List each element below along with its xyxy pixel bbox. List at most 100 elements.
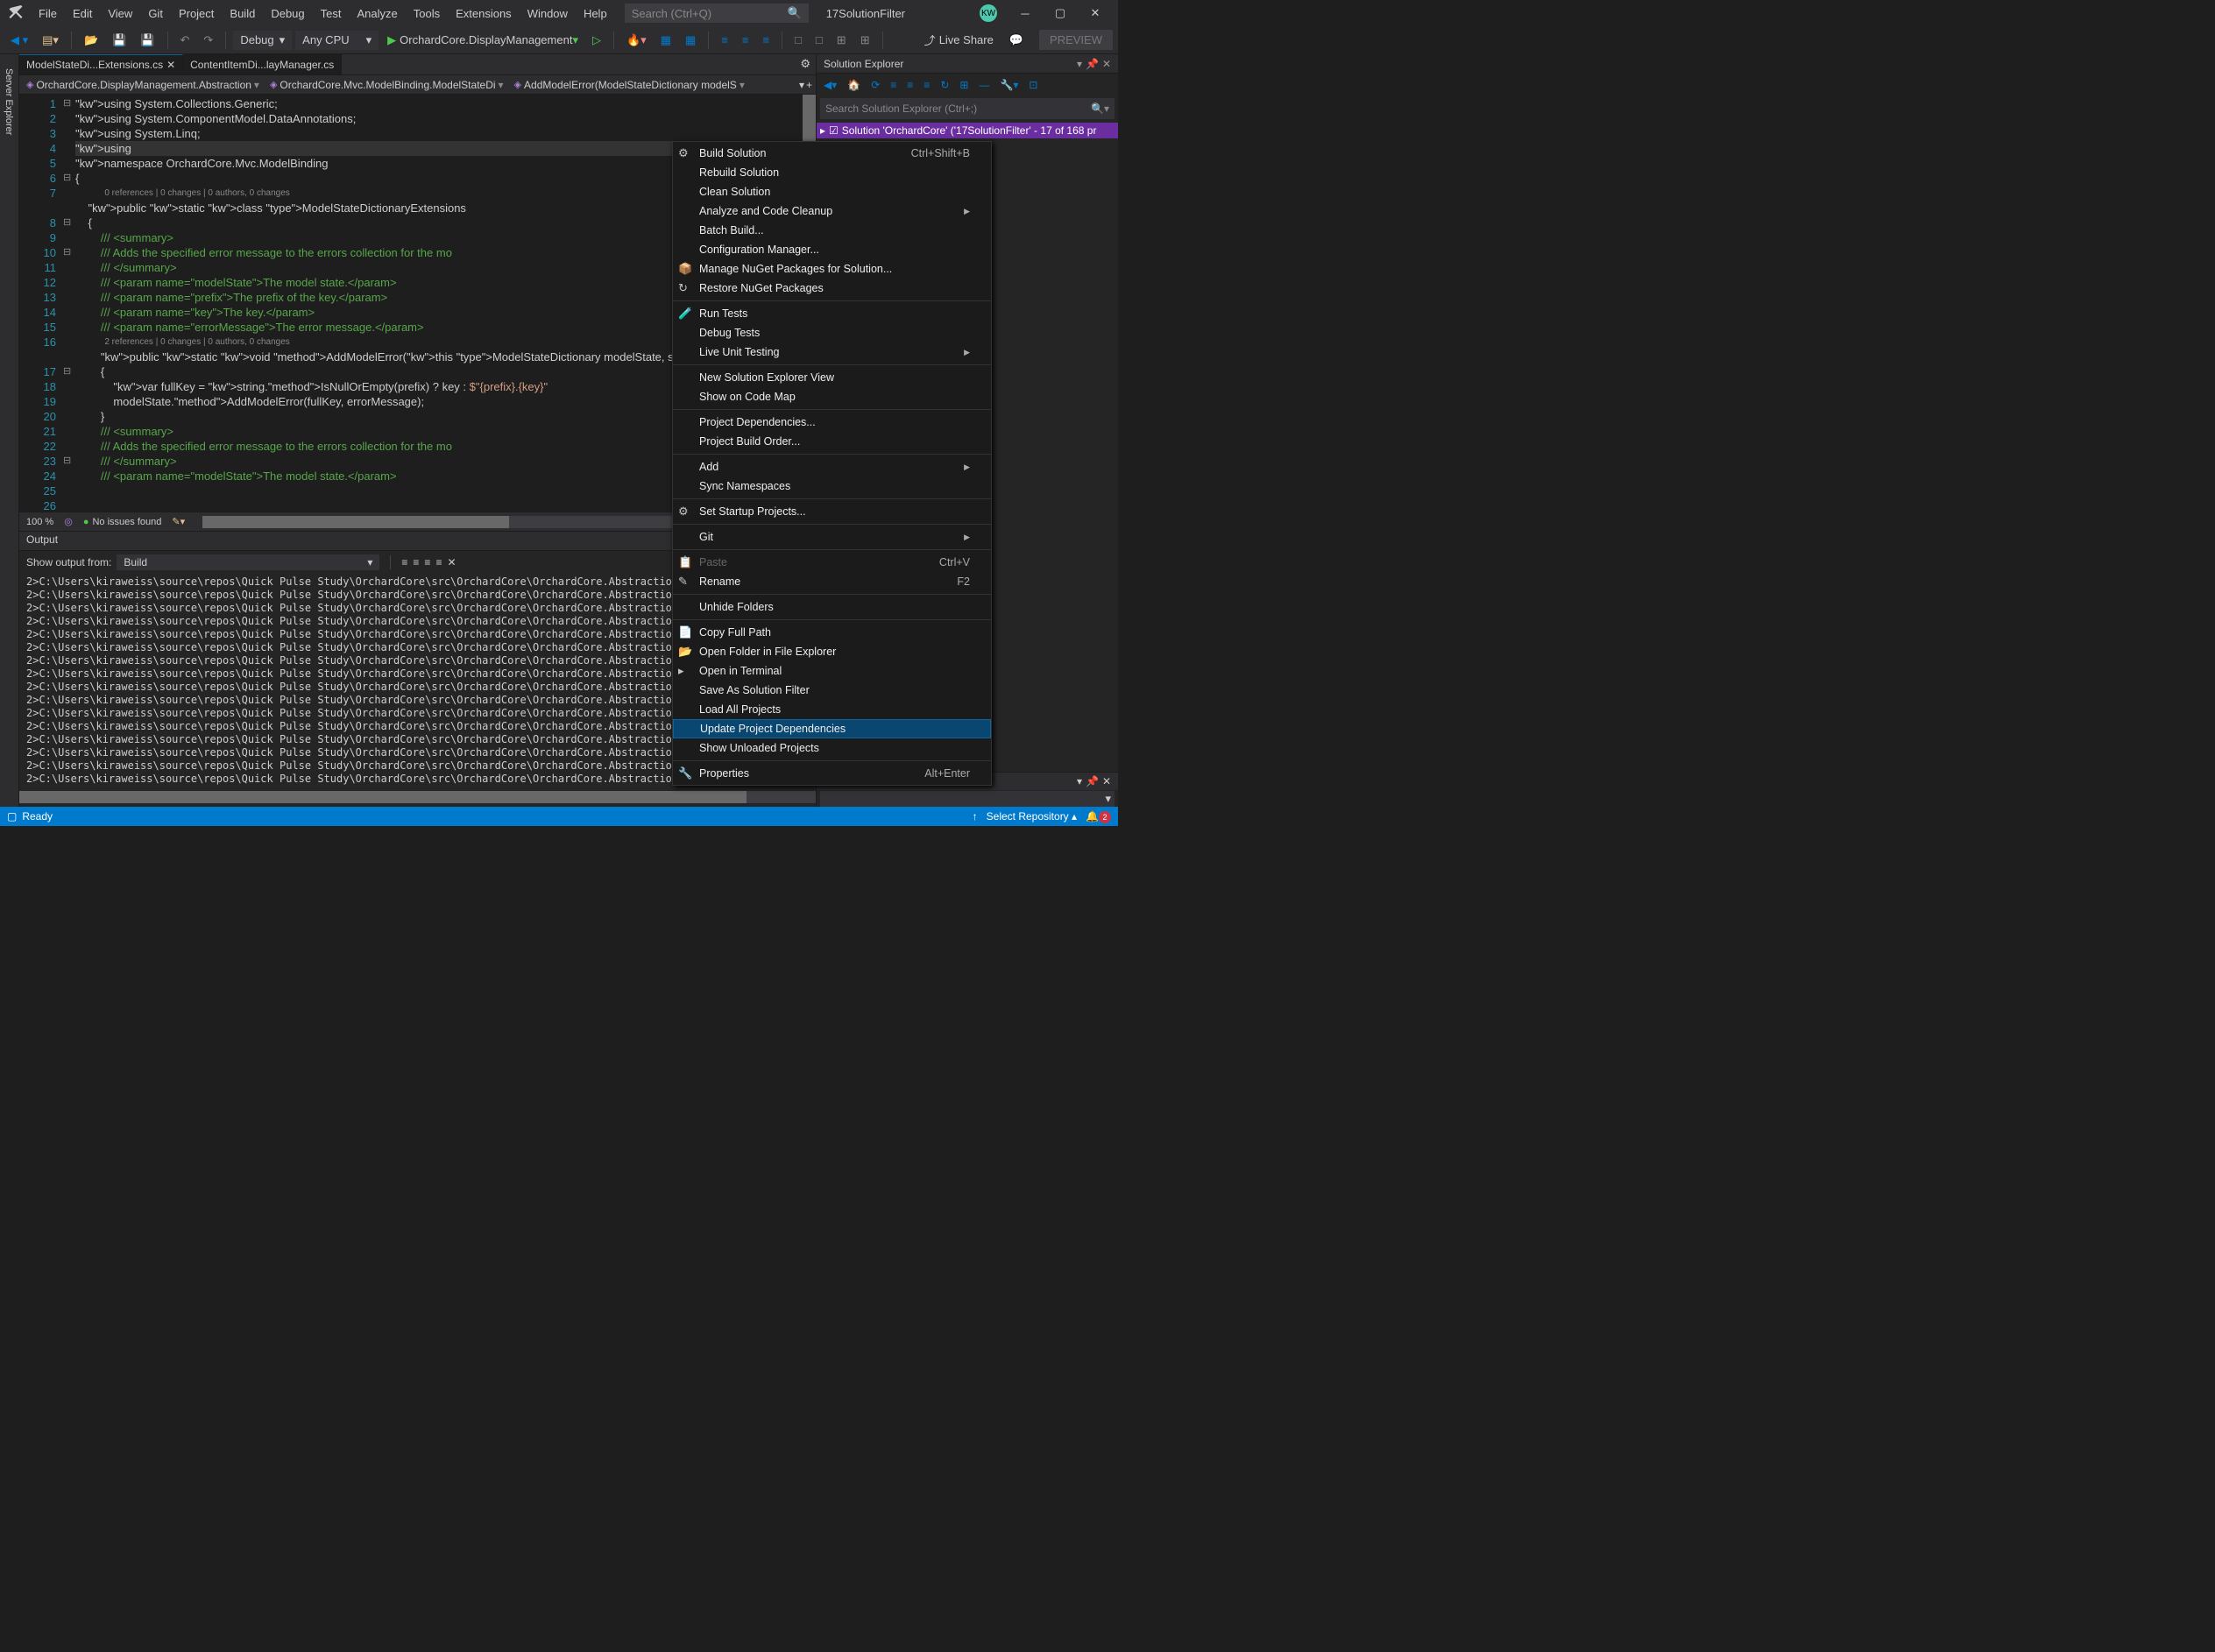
solution-root-item[interactable]: ▸☑Solution 'OrchardCore' ('17SolutionFil… <box>817 123 1118 138</box>
solexp-tb2[interactable]: ≡ <box>903 77 916 93</box>
indent-icon[interactable]: ✎▾ <box>172 516 185 527</box>
menu-debug[interactable]: Debug <box>264 4 311 24</box>
solexp-dropdown-icon[interactable]: ▾ <box>1077 58 1082 70</box>
close-icon[interactable]: ✕ <box>166 59 175 71</box>
user-avatar[interactable]: KW <box>980 4 997 22</box>
ctx-git[interactable]: Git▶ <box>673 527 991 547</box>
ctx-restore-nuget-packages[interactable]: ↻Restore NuGet Packages <box>673 279 991 298</box>
editor-tab-1[interactable]: ContentItemDi...layManager.cs <box>183 54 342 74</box>
config-combo[interactable]: Debug▾ <box>233 31 292 50</box>
ctx-show-unloaded-projects[interactable]: Show Unloaded Projects <box>673 738 991 758</box>
ctx-clean-solution[interactable]: Clean Solution <box>673 182 991 201</box>
solexp-sync-icon[interactable]: ⟳ <box>867 77 883 93</box>
ctx-live-unit-testing[interactable]: Live Unit Testing▶ <box>673 342 991 362</box>
open-file-button[interactable]: 📂 <box>79 31 103 50</box>
back-button[interactable]: ◀ ▾ <box>5 31 33 50</box>
repo-selector[interactable]: Select Repository ▴ <box>987 810 1077 822</box>
ctx-configuration-manager-[interactable]: Configuration Manager... <box>673 240 991 259</box>
maximize-button[interactable]: ▢ <box>1043 0 1078 26</box>
tb-icon8[interactable]: ⊞ <box>832 31 852 50</box>
tb-icon2[interactable]: ▦ <box>680 31 701 50</box>
source-control-icon[interactable]: ↑ <box>973 810 978 822</box>
solexp-refresh-icon[interactable]: ↻ <box>937 77 952 93</box>
close-icon[interactable]: ✕ <box>1102 58 1111 70</box>
ai-icon[interactable]: ◎ <box>64 516 73 527</box>
menu-extensions[interactable]: Extensions <box>449 4 519 24</box>
tb-icon5[interactable]: ≡ <box>757 31 775 49</box>
platform-combo[interactable]: Any CPU▾ <box>295 31 379 50</box>
menu-project[interactable]: Project <box>172 4 221 24</box>
ctx-load-all-projects[interactable]: Load All Projects <box>673 700 991 719</box>
ctx-rebuild-solution[interactable]: Rebuild Solution <box>673 163 991 182</box>
nav-namespace[interactable]: ◈OrchardCore.Mvc.ModelBinding.ModelState… <box>266 78 507 92</box>
ctx-save-as-solution-filter[interactable]: Save As Solution Filter <box>673 681 991 700</box>
live-share-button[interactable]: ⤴ Live Share <box>917 29 1001 51</box>
ctx-analyze-and-code-cleanup[interactable]: Analyze and Code Cleanup▶ <box>673 201 991 221</box>
save-button[interactable]: 💾 <box>107 31 131 50</box>
tb-icon7[interactable]: □ <box>810 31 828 49</box>
ctx-run-tests[interactable]: 🧪Run Tests <box>673 304 991 323</box>
hot-reload-button[interactable]: 🔥▾ <box>621 31 652 50</box>
editor-tab-0[interactable]: ModelStateDi...Extensions.cs✕ <box>19 54 183 74</box>
ctx-manage-nuget-packages-for-solution-[interactable]: 📦Manage NuGet Packages for Solution... <box>673 259 991 279</box>
ctx-show-on-code-map[interactable]: Show on Code Map <box>673 387 991 406</box>
ctx-add[interactable]: Add▶ <box>673 457 991 477</box>
solexp-tb3[interactable]: ≡ <box>920 77 933 93</box>
ctx-set-startup-projects-[interactable]: ⚙Set Startup Projects... <box>673 502 991 521</box>
search-input[interactable]: Search (Ctrl+Q) 🔍 <box>625 4 809 23</box>
solexp-tb6[interactable]: ⊡ <box>1025 77 1041 93</box>
tb-icon3[interactable]: ≡ <box>716 31 733 49</box>
menu-analyze[interactable]: Analyze <box>350 4 404 24</box>
ctx-unhide-folders[interactable]: Unhide Folders <box>673 597 991 617</box>
tb-icon9[interactable]: ⊞ <box>855 31 875 50</box>
solexp-wrench-icon[interactable]: 🔧▾ <box>996 77 1022 93</box>
out-tb-3[interactable]: ≡ <box>424 556 430 568</box>
out-tb-1[interactable]: ≡ <box>401 556 407 568</box>
properties-combo[interactable]: ▾ <box>820 791 1115 807</box>
ctx-project-dependencies-[interactable]: Project Dependencies... <box>673 413 991 432</box>
output-hscroll[interactable] <box>19 791 816 803</box>
ctx-properties[interactable]: 🔧PropertiesAlt+Enter <box>673 764 991 783</box>
solexp-search[interactable]: Search Solution Explorer (Ctrl+;) 🔍▾ <box>820 98 1115 119</box>
menu-test[interactable]: Test <box>314 4 349 24</box>
ctx-open-in-terminal[interactable]: ▸Open in Terminal <box>673 661 991 681</box>
tb-icon6[interactable]: □ <box>789 31 807 49</box>
menu-view[interactable]: View <box>101 4 139 24</box>
minimize-button[interactable]: ─ <box>1008 0 1043 26</box>
split-icon[interactable]: ▾ <box>799 79 804 91</box>
ctx-new-solution-explorer-view[interactable]: New Solution Explorer View <box>673 368 991 387</box>
new-item-button[interactable]: ▤▾ <box>37 31 64 50</box>
ctx-sync-namespaces[interactable]: Sync Namespaces <box>673 477 991 496</box>
ctx-rename[interactable]: ✎RenameF2 <box>673 572 991 591</box>
ctx-debug-tests[interactable]: Debug Tests <box>673 323 991 342</box>
nav-project[interactable]: ◈OrchardCore.DisplayManagement.Abstracti… <box>23 78 263 92</box>
tb-icon4[interactable]: ≡ <box>737 31 754 49</box>
editor-settings-icon[interactable]: ⚙ <box>795 54 816 74</box>
menu-git[interactable]: Git <box>141 4 170 24</box>
menu-build[interactable]: Build <box>223 4 262 24</box>
solexp-home-icon[interactable]: 🏠 <box>844 77 864 93</box>
server-explorer-tab[interactable]: Server Explorer <box>0 61 18 807</box>
solexp-tb1[interactable]: ≡ <box>887 77 900 93</box>
ctx-update-project-dependencies[interactable]: Update Project Dependencies <box>673 719 991 738</box>
menu-edit[interactable]: Edit <box>66 4 99 24</box>
solexp-tb5[interactable]: — <box>975 77 993 93</box>
tb-icon1[interactable]: ▦ <box>655 31 676 50</box>
add-icon[interactable]: + <box>806 79 812 91</box>
out-tb-4[interactable]: ≡ <box>435 556 442 568</box>
ctx-project-build-order-[interactable]: Project Build Order... <box>673 432 991 451</box>
menu-window[interactable]: Window <box>520 4 575 24</box>
start-no-debug-button[interactable]: ▷ <box>587 31 606 50</box>
ctx-batch-build-[interactable]: Batch Build... <box>673 221 991 240</box>
menu-help[interactable]: Help <box>577 4 614 24</box>
zoom-level[interactable]: 100 % <box>26 517 53 527</box>
preview-badge[interactable]: PREVIEW <box>1039 30 1113 50</box>
ctx-copy-full-path[interactable]: 📄Copy Full Path <box>673 623 991 642</box>
start-button[interactable]: ▶ OrchardCore.DisplayManagement ▾ <box>382 31 584 50</box>
close-button[interactable]: ✕ <box>1078 0 1113 26</box>
ctx-open-folder-in-file-explorer[interactable]: 📂Open Folder in File Explorer <box>673 642 991 661</box>
output-source-combo[interactable]: Build▾ <box>117 554 379 570</box>
feedback-button[interactable]: 💬 <box>1004 31 1029 50</box>
undo-button[interactable]: ↶ <box>175 31 195 50</box>
menu-file[interactable]: File <box>32 4 64 24</box>
